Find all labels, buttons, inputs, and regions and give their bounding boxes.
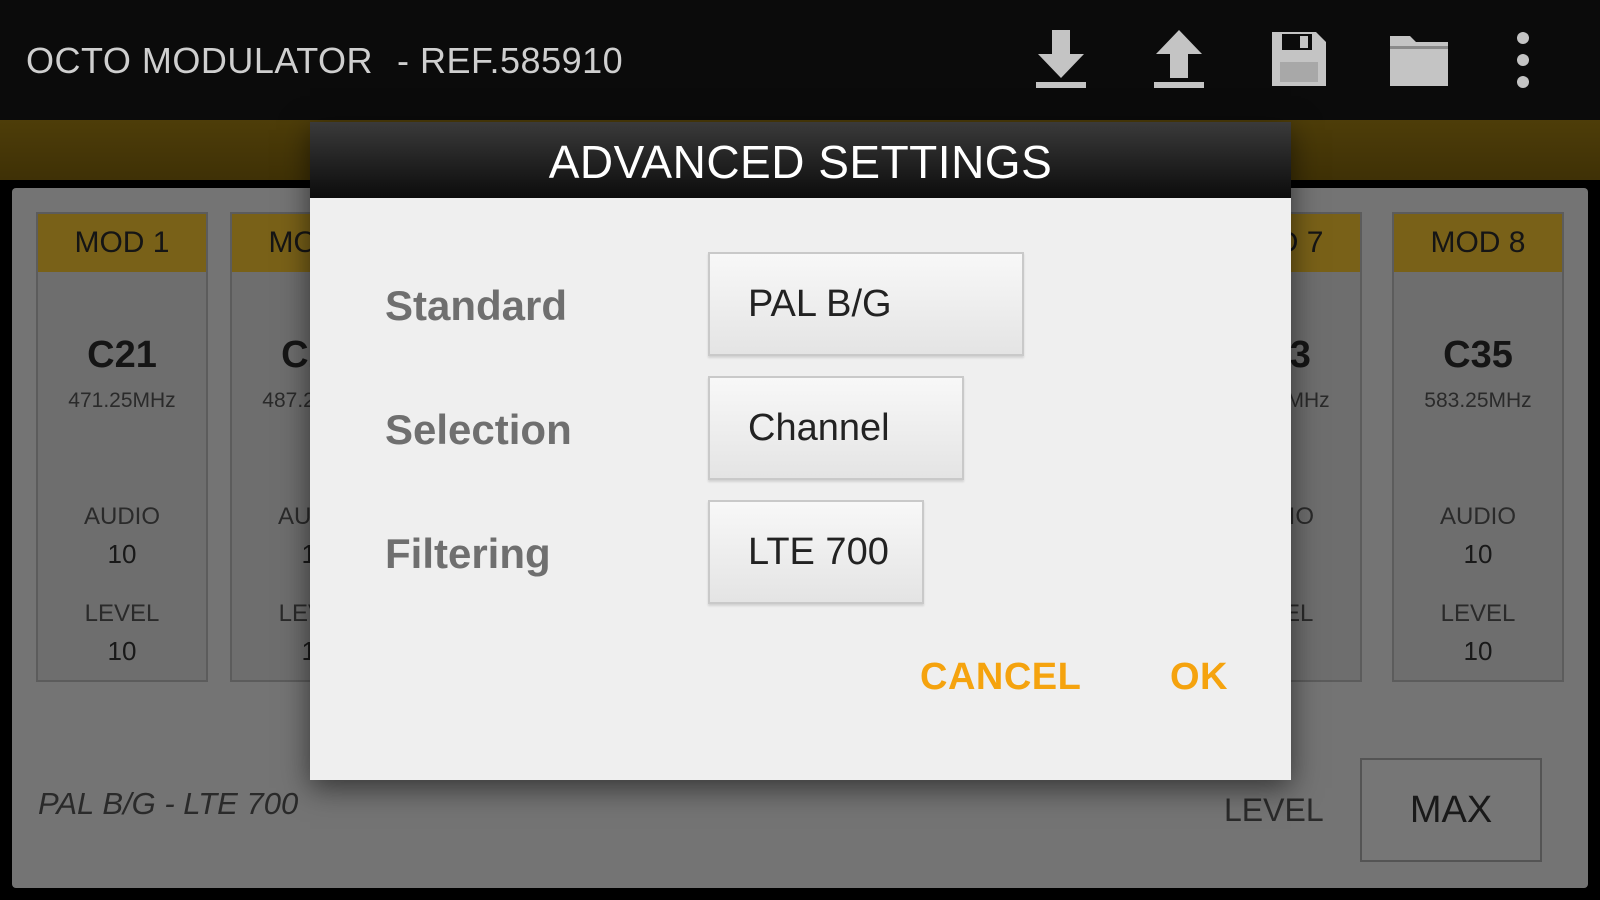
dialog-body: Standard PAL B/G Selection Channel Filte…	[310, 198, 1291, 780]
app-title: OCTO MODULATOR - REF.585910	[26, 40, 623, 82]
advanced-settings-dialog: ADVANCED SETTINGS Standard PAL B/G Selec…	[310, 122, 1291, 780]
filtering-selector[interactable]: LTE 700	[708, 500, 924, 604]
standard-selector[interactable]: PAL B/G	[708, 252, 1024, 356]
save-icon[interactable]	[1266, 26, 1332, 92]
ok-button[interactable]: OK	[1170, 656, 1228, 699]
app-ref: - REF.585910	[397, 40, 624, 81]
upload-icon[interactable]	[1146, 26, 1212, 92]
app-name: OCTO MODULATOR	[26, 40, 374, 81]
overflow-menu-icon[interactable]	[1508, 26, 1538, 92]
filtering-label: Filtering	[385, 530, 551, 577]
app-bar: OCTO MODULATOR - REF.585910	[0, 0, 1600, 120]
dialog-title: ADVANCED SETTINGS	[310, 122, 1291, 198]
standard-label: Standard	[385, 282, 568, 329]
selection-selector[interactable]: Channel	[708, 376, 964, 480]
cancel-button[interactable]: CANCEL	[920, 656, 1081, 699]
folder-icon[interactable]	[1386, 26, 1452, 92]
download-icon[interactable]	[1028, 26, 1094, 92]
selection-label: Selection	[385, 406, 572, 453]
